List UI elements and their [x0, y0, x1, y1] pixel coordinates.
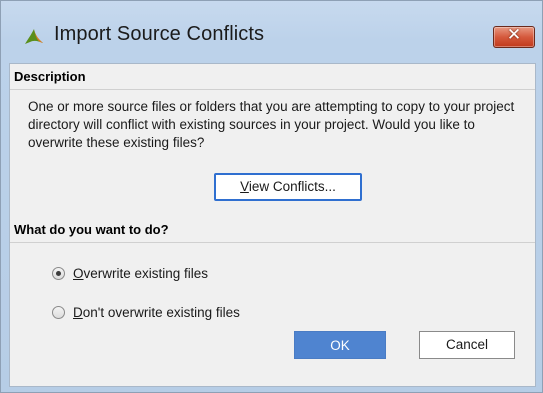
title-bar[interactable]: Import Source Conflicts ✕: [1, 1, 542, 63]
view-conflicts-button[interactable]: View Conflicts...: [214, 173, 362, 201]
radio-overwrite[interactable]: Overwrite existing files: [52, 263, 208, 283]
vivado-leaf-icon: [23, 25, 45, 47]
overwrite-mnemonic: O: [73, 265, 84, 281]
overwrite-label: verwrite existing files: [83, 265, 209, 281]
radio-selected-icon[interactable]: [52, 266, 65, 280]
window-title: Import Source Conflicts: [54, 23, 265, 45]
ok-button[interactable]: OK: [294, 331, 386, 359]
question-header: What do you want to do?: [10, 222, 535, 243]
radio-dont-overwrite[interactable]: Don't overwrite existing files: [52, 302, 240, 322]
view-conflicts-mnemonic: V: [240, 179, 249, 194]
description-header: Description: [10, 69, 535, 90]
radio-unselected-icon[interactable]: [52, 305, 65, 319]
view-conflicts-label: iew Conflicts...: [248, 179, 336, 194]
description-text: One or more source files or folders that…: [28, 99, 515, 150]
close-button[interactable]: ✕: [493, 25, 535, 48]
import-source-conflicts-dialog: Import Source Conflicts ✕ Description On…: [0, 0, 543, 393]
dont-overwrite-mnemonic: D: [73, 304, 83, 320]
dont-overwrite-label: on't overwrite existing files: [82, 304, 240, 320]
dialog-content: Description One or more source files or …: [9, 63, 536, 387]
close-icon: ✕: [506, 25, 522, 45]
cancel-button[interactable]: Cancel: [419, 331, 515, 359]
